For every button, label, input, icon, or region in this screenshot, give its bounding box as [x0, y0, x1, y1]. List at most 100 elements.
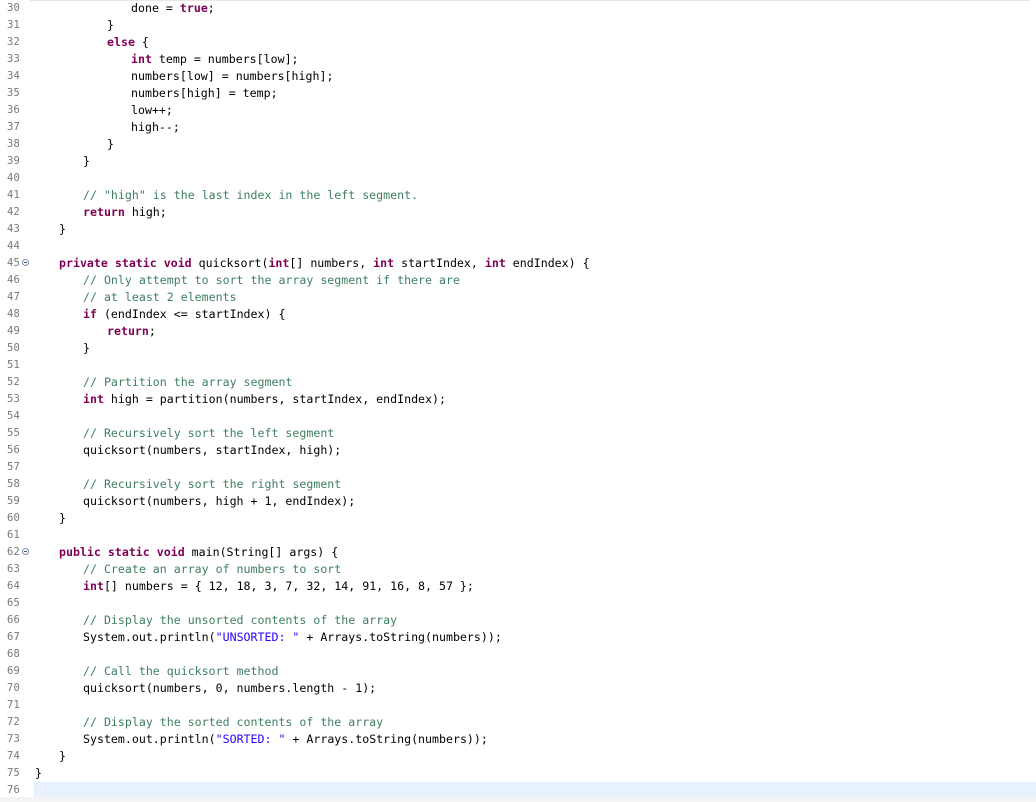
code-line[interactable]: 71 [0, 697, 1036, 714]
code-text[interactable]: } [107, 136, 114, 153]
code-line[interactable]: 65 [0, 595, 1036, 612]
code-text[interactable]: System.out.println("SORTED: " + Arrays.t… [83, 731, 488, 748]
code-text[interactable]: quicksort(numbers, startIndex, high); [83, 442, 341, 459]
code-line[interactable]: 60} [0, 510, 1036, 527]
code-line[interactable]: 41 // "high" is the last index in the lef… [0, 187, 1036, 204]
keyword-token: void [156, 545, 185, 559]
code-text[interactable]: int high = partition(numbers, startIndex… [83, 391, 446, 408]
code-line[interactable]: 55 // Recursively sort the left segment [0, 425, 1036, 442]
code-line[interactable]: 58 // Recursively sort the right segment [0, 476, 1036, 493]
code-text[interactable]: } [35, 765, 42, 782]
code-text[interactable]: numbers[low] = numbers[high]; [131, 68, 333, 85]
code-line[interactable]: 34 numbers[low] = numbers[high]; [0, 68, 1036, 85]
code-line[interactable]: 37 high--; [0, 119, 1036, 136]
code-line[interactable]: 45 private static void quicksort(int[] nu… [0, 255, 1036, 272]
code-text[interactable]: // at least 2 elements [83, 289, 237, 306]
code-line[interactable]: 64 int[] numbers = { 12, 18, 3, 7, 32, 14… [0, 578, 1036, 595]
code-line[interactable]: 74} [0, 748, 1036, 765]
code-text[interactable]: // Recursively sort the right segment [83, 476, 341, 493]
code-line[interactable]: 49 return; [0, 323, 1036, 340]
code-text[interactable]: quicksort(numbers, high + 1, endIndex); [83, 493, 355, 510]
code-line[interactable]: 69 // Call the quicksort method [0, 663, 1036, 680]
code-line[interactable]: 56 quicksort(numbers, startIndex, high); [0, 442, 1036, 459]
code-text[interactable]: low++; [131, 102, 173, 119]
code-text[interactable]: // Display the unsorted contents of the … [83, 612, 397, 629]
code-token: quicksort(numbers, high + 1, endIndex); [83, 494, 356, 508]
code-text[interactable]: } [59, 221, 66, 238]
code-line[interactable]: 47 // at least 2 elements [0, 289, 1036, 306]
code-line[interactable]: 44 [0, 238, 1036, 255]
line-number: 38 [7, 138, 21, 150]
code-line[interactable]: 38} [0, 136, 1036, 153]
comment-token: // Display the unsorted contents of the … [83, 613, 398, 627]
code-line[interactable]: 50} [0, 340, 1036, 357]
code-text[interactable]: public static void main(String[] args) { [59, 544, 338, 561]
code-line[interactable]: 39} [0, 153, 1036, 170]
code-text[interactable]: int[] numbers = { 12, 18, 3, 7, 32, 14, … [83, 578, 474, 595]
code-text[interactable]: // Recursively sort the left segment [83, 425, 334, 442]
code-text[interactable]: } [83, 153, 90, 170]
code-line[interactable]: 57 [0, 459, 1036, 476]
code-line[interactable]: 51 [0, 357, 1036, 374]
code-line[interactable]: 30 done = true; [0, 0, 1036, 17]
code-line[interactable]: 48 if (endIndex <= startIndex) { [0, 306, 1036, 323]
code-text[interactable]: // "high" is the last index in the left … [83, 187, 418, 204]
code-editor[interactable]: 30 done = true; 31} 32 else {33 int temp = nu… [0, 0, 1036, 802]
code-line[interactable]: 59 quicksort(numbers, high + 1, endIndex)… [0, 493, 1036, 510]
code-line[interactable]: 63 // Create an array of numbers to sort [0, 561, 1036, 578]
code-line[interactable]: 66 // Display the unsorted contents of th… [0, 612, 1036, 629]
code-line[interactable]: 40 [0, 170, 1036, 187]
code-line[interactable]: 33 int temp = numbers[low]; [0, 51, 1036, 68]
code-text[interactable]: // Display the sorted contents of the ar… [83, 714, 383, 731]
code-text[interactable]: done = true; [131, 0, 215, 17]
code-text[interactable]: return; [107, 323, 156, 340]
code-text[interactable]: } [107, 17, 114, 34]
code-line[interactable]: 67 System.out.println("UNSORTED: " + Arra… [0, 629, 1036, 646]
code-line[interactable]: 73 System.out.println("SORTED: " + Arrays… [0, 731, 1036, 748]
code-text[interactable]: // Only attempt to sort the array segmen… [83, 272, 460, 289]
code-token: (endIndex <= startIndex) { [96, 307, 286, 321]
fold-collapse-icon[interactable] [22, 548, 29, 555]
line-number: 60 [7, 512, 21, 524]
code-line[interactable]: 35 numbers[high] = temp; [0, 85, 1036, 102]
code-token: quicksort( [191, 256, 269, 270]
code-line[interactable]: 72 // Display the sorted contents of the … [0, 714, 1036, 731]
code-line[interactable]: 52 // Partition the array segment [0, 374, 1036, 391]
code-line[interactable]: 62 public static void main(String[] args)… [0, 544, 1036, 561]
fold-collapse-icon[interactable] [22, 259, 29, 266]
code-text[interactable]: System.out.println("UNSORTED: " + Arrays… [83, 629, 502, 646]
code-token: done = [131, 1, 180, 15]
code-line[interactable]: 53 int high = partition(numbers, startInd… [0, 391, 1036, 408]
code-line[interactable]: 70 quicksort(numbers, 0, numbers.length -… [0, 680, 1036, 697]
keyword-token: int [131, 52, 152, 66]
code-line[interactable]: 43} [0, 221, 1036, 238]
code-text[interactable]: numbers[high] = temp; [131, 85, 278, 102]
line-number: 31 [7, 19, 21, 31]
line-number: 53 [7, 393, 21, 405]
code-text[interactable]: } [59, 510, 66, 527]
code-line[interactable]: 46 // Only attempt to sort the array segm… [0, 272, 1036, 289]
code-line[interactable]: 75} [0, 765, 1036, 782]
code-text[interactable]: } [83, 340, 90, 357]
code-text[interactable]: return high; [83, 204, 167, 221]
code-text[interactable]: int temp = numbers[low]; [131, 51, 299, 68]
code-line[interactable]: 68 [0, 646, 1036, 663]
code-text[interactable]: private static void quicksort(int[] numb… [59, 255, 590, 272]
code-line[interactable]: 54 [0, 408, 1036, 425]
code-text[interactable]: else { [107, 34, 149, 51]
code-line[interactable]: 61 [0, 527, 1036, 544]
line-number: 45 [7, 257, 21, 269]
code-line[interactable]: 42 return high; [0, 204, 1036, 221]
code-text[interactable]: if (endIndex <= startIndex) { [83, 306, 285, 323]
code-text[interactable]: // Partition the array segment [83, 374, 292, 391]
code-text[interactable]: high--; [131, 119, 180, 136]
line-number: 59 [7, 495, 21, 507]
code-text[interactable]: quicksort(numbers, 0, numbers.length - 1… [83, 680, 376, 697]
code-line[interactable]: 31} [0, 17, 1036, 34]
code-text[interactable]: // Create an array of numbers to sort [83, 561, 341, 578]
code-line[interactable]: 36 low++; [0, 102, 1036, 119]
code-line[interactable]: 32 else { [0, 34, 1036, 51]
code-text[interactable]: } [59, 748, 66, 765]
code-text[interactable]: // Call the quicksort method [83, 663, 278, 680]
